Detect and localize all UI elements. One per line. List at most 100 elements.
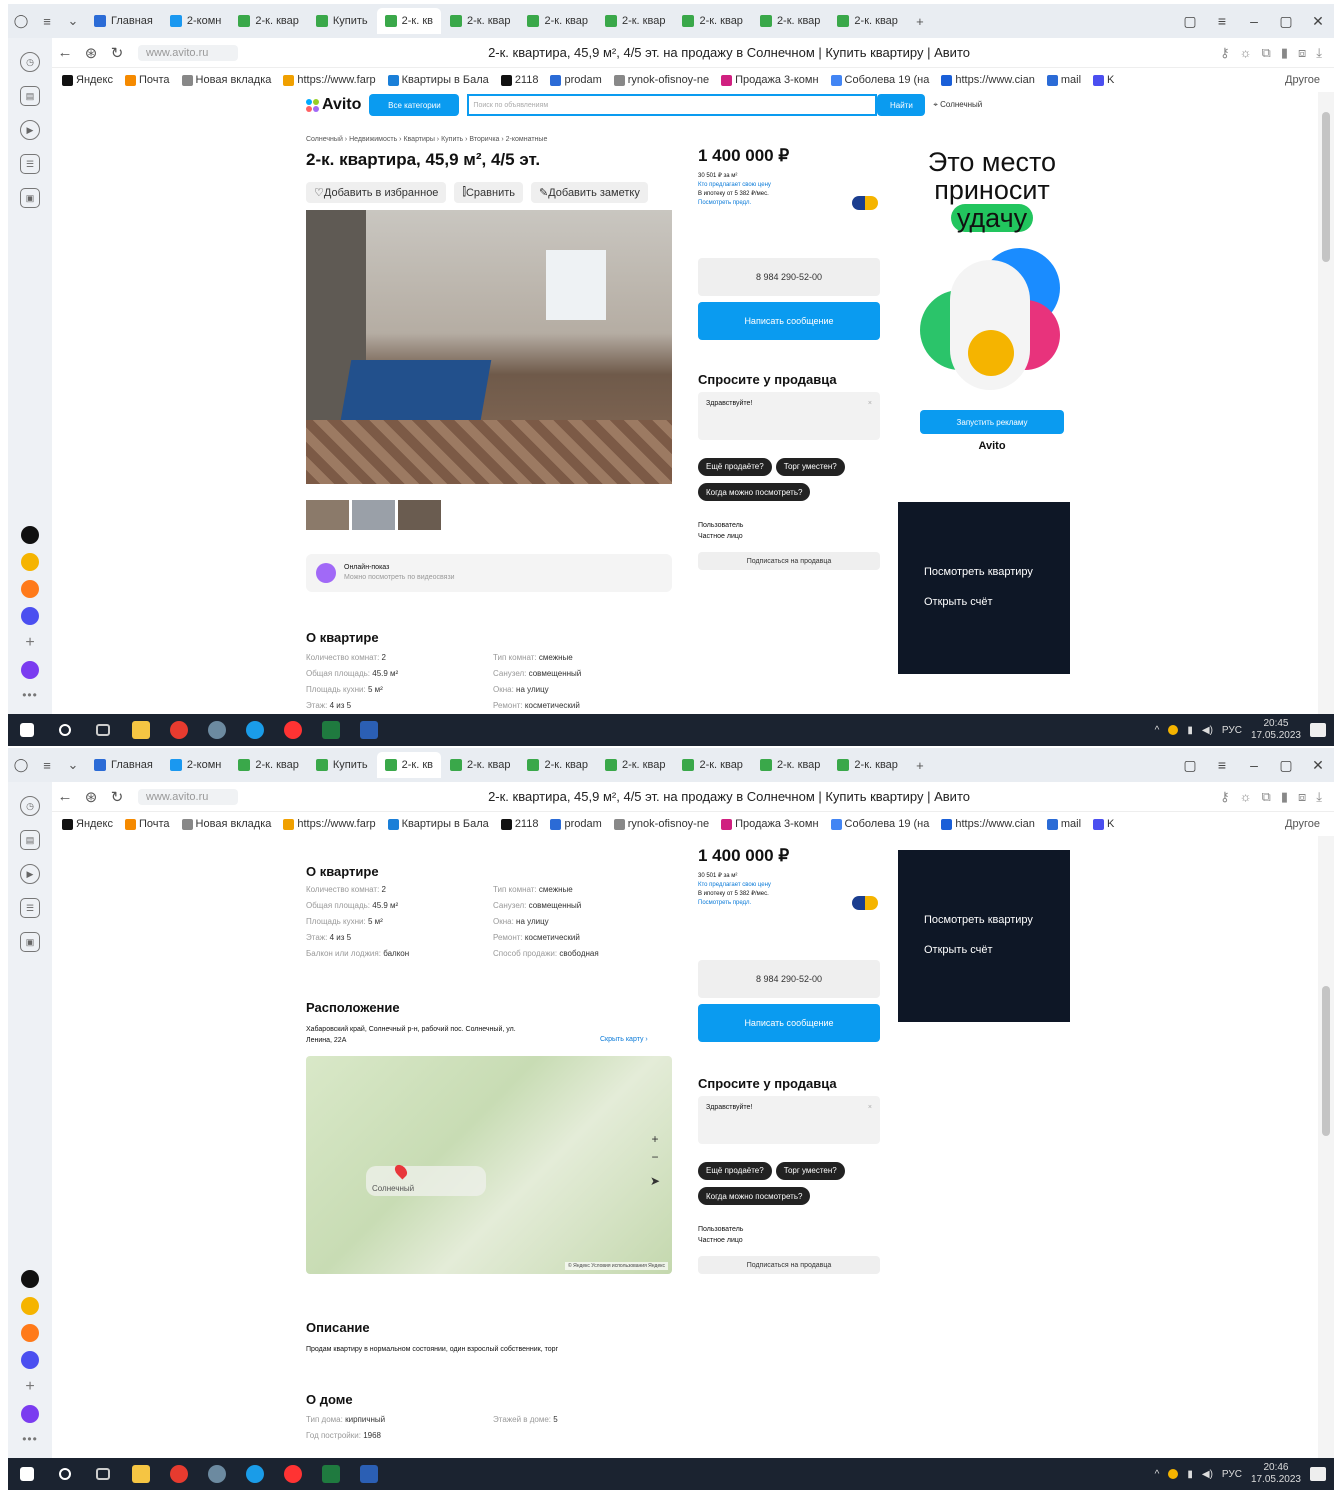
browser-menu-icon[interactable]: ≡ xyxy=(1206,13,1238,30)
notes-icon[interactable]: ☰ xyxy=(20,898,40,918)
volume-icon[interactable]: ◀) xyxy=(1202,725,1213,736)
profile-icon[interactable]: ◯ xyxy=(8,9,34,33)
thumbnail[interactable] xyxy=(306,500,349,530)
thumbnail[interactable] xyxy=(352,500,395,530)
clear-icon[interactable]: × xyxy=(868,1104,872,1111)
word-icon[interactable] xyxy=(350,1458,388,1490)
online-show-banner[interactable]: Онлайн-показ Можно посмотреть по видеосвя… xyxy=(306,554,672,592)
yandex-icon[interactable] xyxy=(274,714,312,746)
quick-question-chip[interactable]: Ещё продаёте? xyxy=(698,457,772,476)
browser-tab[interactable]: 2-к. квар xyxy=(597,752,673,778)
mortgage-link[interactable]: Посмотреть предл. xyxy=(698,899,771,908)
bookmark-item[interactable]: https://www.farp xyxy=(283,74,376,86)
download-icon[interactable]: ⤓ xyxy=(1316,45,1322,61)
screenshot-icon[interactable]: ▣ xyxy=(20,188,40,208)
browser-tab[interactable]: Главная xyxy=(86,752,161,778)
hide-map-link[interactable]: Скрыть карту › xyxy=(600,1036,648,1043)
keyboard-layout[interactable]: РУС xyxy=(1222,725,1242,736)
ad-banner[interactable]: Это место приносит удачу Запустить рекла… xyxy=(910,148,1074,488)
bookmark-item[interactable]: 2118 xyxy=(500,74,538,86)
share-icon[interactable]: ⧉ xyxy=(1262,45,1271,61)
bookmark-item[interactable]: Квартиры в Бала xyxy=(387,818,489,830)
clear-icon[interactable]: × xyxy=(868,400,872,407)
browser-tab[interactable]: 2-к. кв xyxy=(376,8,441,34)
app-icon-2[interactable] xyxy=(21,553,39,571)
ask-input[interactable]: Здравствуйте! × xyxy=(698,1096,880,1144)
yandex-icon[interactable] xyxy=(274,1458,312,1490)
network-icon[interactable]: ▮ xyxy=(1187,725,1193,736)
video-ad[interactable]: Посмотреть квартиру Открыть счёт xyxy=(898,502,1070,674)
excel-icon[interactable] xyxy=(312,714,350,746)
browser-tab[interactable]: Купить xyxy=(308,752,376,778)
phone-button[interactable]: 8 984 290-52-00 xyxy=(698,258,880,296)
bookmark-item[interactable]: prodam xyxy=(550,74,602,86)
browser-tab[interactable]: 2-к. квар xyxy=(829,752,905,778)
browser-tab[interactable]: 2-к. квар xyxy=(829,8,905,34)
notes-icon[interactable]: ☰ xyxy=(20,154,40,174)
app-icon-2[interactable] xyxy=(21,1297,39,1315)
tray-app-icon[interactable] xyxy=(1168,725,1179,735)
quick-question-chip[interactable]: Ещё продаёте? xyxy=(698,1161,772,1180)
tray-arrow-icon[interactable]: ^ xyxy=(1155,1469,1160,1480)
bookmarks-other[interactable]: Другое xyxy=(1285,818,1334,830)
breadcrumb[interactable]: Солнечный › Недвижимость › Квартиры › Ку… xyxy=(306,136,547,143)
excel-icon[interactable] xyxy=(312,1458,350,1490)
maximize-icon[interactable]: ▢ xyxy=(1270,13,1302,30)
alice-icon[interactable] xyxy=(21,661,39,679)
quick-question-chip[interactable]: Торг уместен? xyxy=(775,1161,845,1180)
yandex-browser-icon[interactable] xyxy=(160,714,198,746)
browser-tab[interactable]: Купить xyxy=(308,8,376,34)
city-selector[interactable]: ⌖ Солнечный xyxy=(933,100,982,110)
notifications-icon[interactable] xyxy=(1310,1467,1326,1481)
bookmark-item[interactable]: Продажа 3-комн xyxy=(721,74,819,86)
bookmark-item[interactable]: mail xyxy=(1046,74,1081,86)
note-button[interactable]: ✎ Добавить заметку xyxy=(530,182,648,203)
browser-tab[interactable]: 2-к. кв xyxy=(376,752,441,778)
bookmark-item[interactable]: rynok-ofisnoy-ne xyxy=(613,74,709,86)
history-icon[interactable]: ◷ xyxy=(20,796,40,816)
bookmark-item[interactable]: Новая вкладка xyxy=(181,818,271,830)
geolocation-icon[interactable]: ➤ xyxy=(650,1172,660,1190)
bookmark-item[interactable]: mail xyxy=(1046,818,1081,830)
app-icon-3[interactable] xyxy=(21,580,39,598)
app-icon-4[interactable] xyxy=(21,607,39,625)
bookmark-item[interactable]: Продажа 3-комн xyxy=(721,818,819,830)
new-tab-icon[interactable]: + xyxy=(907,753,933,777)
search-icon[interactable] xyxy=(46,714,84,746)
task-view-icon[interactable] xyxy=(84,1458,122,1490)
price-offer-link[interactable]: Кто предлагает свою цену xyxy=(698,181,771,190)
app-icon-3[interactable] xyxy=(21,1324,39,1342)
bookmark-icon[interactable]: ▮ xyxy=(1281,789,1288,805)
scrollbar-thumb[interactable] xyxy=(1322,112,1330,262)
zoom-out-icon[interactable]: − xyxy=(650,1148,660,1166)
back-icon[interactable]: ← xyxy=(52,788,78,805)
browser-tab[interactable]: 2-к. квар xyxy=(442,752,518,778)
play-icon[interactable]: ▶ xyxy=(20,864,40,884)
clock[interactable]: 20:45 17.05.2023 xyxy=(1251,718,1301,742)
download-icon[interactable]: ⤓ xyxy=(1316,789,1322,805)
history-icon[interactable]: ◷ xyxy=(20,52,40,72)
phone-button[interactable]: 8 984 290-52-00 xyxy=(698,960,880,998)
explorer-icon[interactable] xyxy=(122,714,160,746)
subscribe-button[interactable]: Подписаться на продавца xyxy=(698,552,880,570)
bookmark-item[interactable]: rynok-ofisnoy-ne xyxy=(613,818,709,830)
reader-icon[interactable]: ☼ xyxy=(1240,45,1252,61)
play-icon[interactable]: ▶ xyxy=(20,120,40,140)
app-icon-1[interactable] xyxy=(21,1270,39,1288)
map[interactable]: Солнечный + − ➤ © Яндекс Условия использ… xyxy=(306,1056,672,1274)
bookmark-item[interactable]: Новая вкладка xyxy=(181,74,271,86)
key-icon[interactable]: ⚷ xyxy=(1220,789,1230,805)
start-icon[interactable] xyxy=(8,1458,46,1490)
browser-tab[interactable]: 2-комн xyxy=(162,8,229,34)
minimize-icon[interactable]: – xyxy=(1238,757,1270,774)
bookmark-panel-icon[interactable]: ▢ xyxy=(1174,757,1206,774)
share-icon[interactable]: ⧉ xyxy=(1262,789,1271,805)
tray-arrow-icon[interactable]: ^ xyxy=(1155,725,1160,736)
bookmarks-other[interactable]: Другое xyxy=(1285,74,1334,86)
bookmark-item[interactable]: prodam xyxy=(550,818,602,830)
home-icon[interactable]: ⊛ xyxy=(78,788,104,806)
url-field[interactable]: www.avito.ru xyxy=(138,788,238,805)
bookmark-item[interactable]: Почта xyxy=(125,74,170,86)
browser-tab[interactable]: Главная xyxy=(86,8,161,34)
minimize-icon[interactable]: – xyxy=(1238,13,1270,30)
